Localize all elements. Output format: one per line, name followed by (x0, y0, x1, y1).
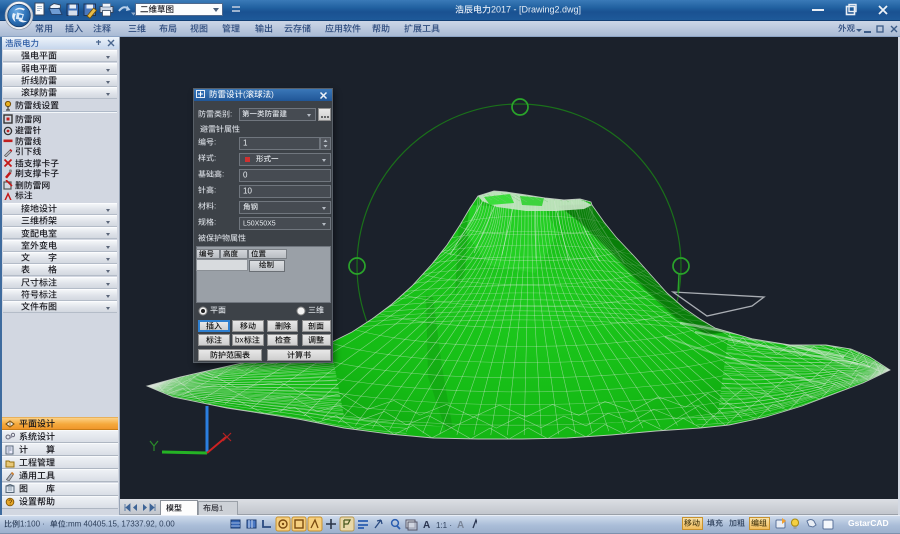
svg-text:2017 - [Drawing2.dwg]: 2017 - [Drawing2.dwg] (491, 5, 581, 15)
svg-text:?: ? (8, 499, 12, 506)
svg-text:A: A (423, 520, 430, 531)
svg-text::: : (214, 154, 216, 163)
svg-text:1: 1 (243, 138, 248, 147)
svg-text::: : (214, 218, 216, 227)
svg-text:0: 0 (243, 170, 248, 179)
svg-text::: : (222, 170, 224, 179)
svg-text::: : (214, 202, 216, 211)
svg-text::: : (214, 138, 216, 147)
svg-text:GstarCAD: GstarCAD (848, 518, 889, 528)
svg-text::: : (230, 109, 232, 118)
svg-text:L50X50X5: L50X50X5 (243, 220, 276, 227)
svg-text:10: 10 (243, 186, 252, 195)
svg-text:(: ( (243, 90, 246, 99)
svg-text:A: A (457, 520, 464, 531)
svg-text::mm 40405.15, 17337.92, 0.00: :mm 40405.15, 17337.92, 0.00 (66, 520, 176, 529)
svg-text::: : (214, 186, 216, 195)
svg-text:): ) (271, 90, 274, 99)
svg-text:1:100 ·: 1:100 · (20, 520, 45, 529)
svg-text:1:1 ·: 1:1 · (436, 521, 452, 530)
svg-text:bx: bx (235, 336, 243, 345)
svg-text:1: 1 (219, 503, 223, 512)
